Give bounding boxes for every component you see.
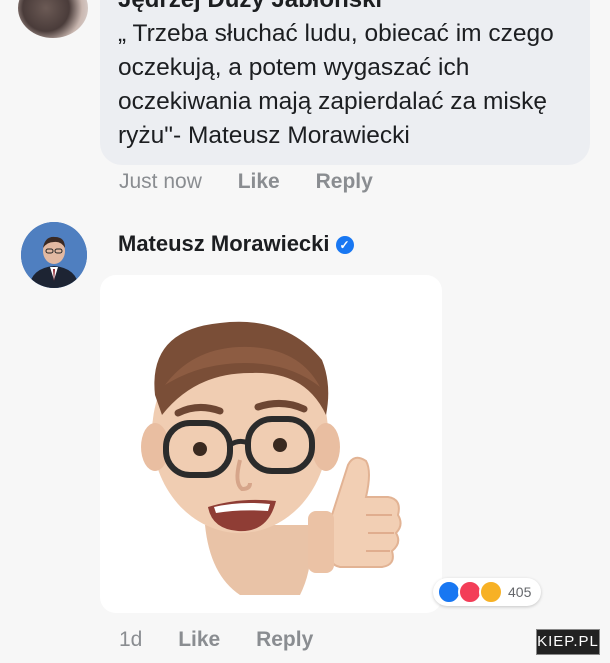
person-avatar-icon <box>21 222 87 288</box>
memoji-sticker[interactable] <box>100 275 442 613</box>
comments-thread: Jędrzej Duży Jabłoński „ Trzeba słuchać … <box>0 0 610 663</box>
commenter-avatar[interactable] <box>18 0 88 38</box>
reaction-summary[interactable]: 405 <box>433 578 542 606</box>
reply-button[interactable]: Reply <box>256 628 313 651</box>
reaction-count: 405 <box>508 584 532 600</box>
like-button[interactable]: Like <box>178 628 220 651</box>
reply-author[interactable]: Mateusz Morawiecki ✓ <box>118 231 354 257</box>
verified-badge-icon: ✓ <box>335 236 354 255</box>
reply-actions: 1d Like Reply <box>119 628 343 652</box>
comment-text: „ Trzeba słuchać ludu, obiecać im czego … <box>118 20 554 149</box>
reply-author-avatar[interactable] <box>21 222 87 288</box>
watermark-logo: KIEP.PL <box>536 629 600 655</box>
reply-author-name[interactable]: Mateusz Morawiecki <box>118 231 330 256</box>
memoji-thumbs-up-icon <box>141 321 402 595</box>
reply-button[interactable]: Reply <box>316 170 373 193</box>
haha-reaction-icon <box>479 580 503 604</box>
comment-actions: Just now Like Reply <box>119 170 403 194</box>
comment-time[interactable]: Just now <box>119 170 202 193</box>
like-button[interactable]: Like <box>238 170 280 193</box>
reply-time[interactable]: 1d <box>119 628 142 651</box>
comment-author[interactable]: Jędrzej Duży Jabłoński <box>118 0 382 14</box>
